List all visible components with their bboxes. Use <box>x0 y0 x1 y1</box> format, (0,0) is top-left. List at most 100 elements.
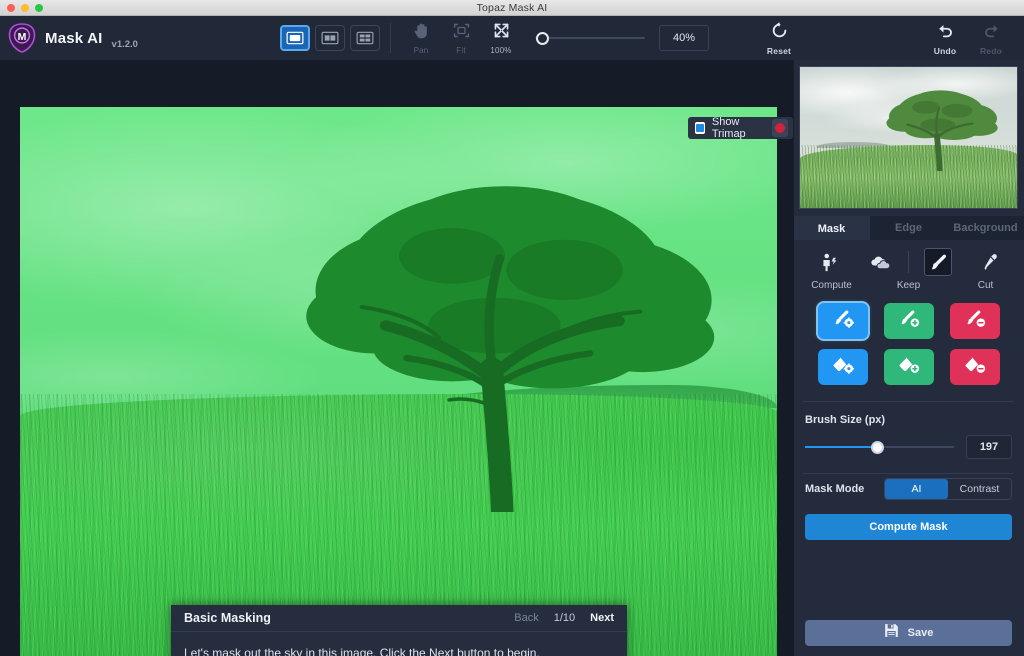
reset-button[interactable]: Reset <box>756 18 802 58</box>
zoom-value[interactable]: 40% <box>659 25 709 51</box>
expand-arrows-icon <box>492 21 511 45</box>
trimap-color-swatch-button[interactable] <box>772 119 788 137</box>
brush-size-fill <box>805 446 874 448</box>
app-name: Mask AI <box>45 30 103 47</box>
topaz-mask-ai-logo-icon: M <box>8 23 36 53</box>
mask-mode-segmented-control: AI Contrast <box>884 478 1012 500</box>
subject-select-icon <box>815 248 843 276</box>
masked-image-canvas[interactable] <box>20 107 777 656</box>
minimize-window-button[interactable] <box>21 4 29 12</box>
svg-text:M: M <box>18 31 27 43</box>
undo-button[interactable]: Undo <box>922 18 968 58</box>
fill-minus-icon <box>961 354 989 381</box>
tutorial-title: Basic Masking <box>184 611 271 625</box>
zoom-slider[interactable] <box>535 28 645 48</box>
show-trimap-bar: Show Trimap <box>688 117 793 139</box>
toolbar-right: Reset Undo Redo <box>756 16 1024 60</box>
redo-label: Redo <box>980 46 1002 56</box>
top-toolbar: M Mask AI v1.2.0 <box>0 16 1024 60</box>
eyedropper-icon <box>975 248 1003 276</box>
tab-mask[interactable]: Mask <box>793 216 870 240</box>
single-pane-view-button[interactable] <box>280 25 310 51</box>
preview-tree <box>882 84 999 171</box>
brush-compute-button[interactable] <box>818 303 868 339</box>
brush-size-slider[interactable] <box>805 439 954 455</box>
fit-tool-button[interactable]: Fit <box>441 19 481 57</box>
fill-cut-button[interactable] <box>950 349 1000 385</box>
tool-label-keep: Keep <box>870 280 947 291</box>
mask-mode-ai-option[interactable]: AI <box>885 479 948 499</box>
split-pane-view-button[interactable] <box>315 25 345 51</box>
brush-size-label: Brush Size (px) <box>805 414 1012 426</box>
tutorial-page-counter: 1/10 <box>554 612 575 624</box>
clouds-tool[interactable] <box>854 248 905 276</box>
zoom-100-button[interactable]: 100% <box>481 19 521 57</box>
brush-plus-icon <box>895 308 923 335</box>
brush-icon <box>924 248 952 276</box>
show-trimap-label: Show Trimap <box>712 116 765 140</box>
mask-tool-label-row: Compute Keep Cut <box>793 278 1024 291</box>
tutorial-back-button[interactable]: Back <box>514 612 538 624</box>
close-window-button[interactable] <box>7 4 15 12</box>
tool-row-divider <box>908 251 909 273</box>
canvas-stage[interactable]: Show Trimap Basic Masking Back 1/10 Next… <box>0 60 793 656</box>
fill-plus-icon <box>895 354 923 381</box>
tutorial-body-text: Let's mask out the sky in this image. Cl… <box>171 632 627 656</box>
mask-mode-row: Mask Mode AI Contrast <box>793 478 1024 500</box>
window-titlebar: Topaz Mask AI <box>0 0 1024 16</box>
brush-cut-button[interactable] <box>950 303 1000 339</box>
fill-compute-button[interactable] <box>818 349 868 385</box>
panel-tabs: Mask Edge Background <box>793 216 1024 240</box>
maximize-window-button[interactable] <box>35 4 43 12</box>
toolbar-center: Pan Fit <box>280 16 709 60</box>
tool-label-compute: Compute <box>793 280 870 291</box>
right-panel: Mask Edge Background <box>793 60 1024 656</box>
four-pane-icon <box>356 31 374 45</box>
tutorial-popup: Basic Masking Back 1/10 Next Let's mask … <box>171 605 627 656</box>
tab-edge[interactable]: Edge <box>870 216 947 240</box>
preview-container <box>793 60 1024 209</box>
zoom-100-label: 100% <box>490 46 511 55</box>
brush-size-value[interactable]: 197 <box>966 435 1012 459</box>
brush-size-row: 197 <box>805 435 1012 459</box>
quad-pane-view-button[interactable] <box>350 25 380 51</box>
reset-circular-arrow-icon <box>770 21 789 45</box>
tutorial-next-button[interactable]: Next <box>590 612 614 624</box>
eyedropper-tool[interactable] <box>963 248 1014 276</box>
floppy-disk-icon <box>884 623 899 643</box>
show-trimap-checkbox[interactable] <box>695 122 705 134</box>
zoom-slider-track <box>535 37 645 39</box>
brush-size-handle[interactable] <box>871 441 884 454</box>
panel-divider <box>793 60 794 656</box>
brush-tool[interactable] <box>912 248 963 276</box>
save-area: Save <box>793 620 1024 656</box>
subject-select-tool[interactable] <box>803 248 854 276</box>
fill-gear-icon <box>829 354 857 381</box>
compute-mask-button[interactable]: Compute Mask <box>805 514 1012 540</box>
brand: M Mask AI v1.2.0 <box>0 23 280 53</box>
pan-tool-button[interactable]: Pan <box>401 19 441 57</box>
fill-keep-button[interactable] <box>884 349 934 385</box>
undo-arrow-icon <box>936 21 955 45</box>
app-version: v1.2.0 <box>112 39 138 53</box>
zoom-slider-handle[interactable] <box>536 32 549 45</box>
app-window: Topaz Mask AI M Mask AI v1.2.0 <box>0 0 1024 656</box>
save-button[interactable]: Save <box>805 620 1012 646</box>
two-pane-icon <box>321 31 339 45</box>
redo-button[interactable]: Redo <box>968 18 1014 58</box>
single-pane-icon <box>286 31 304 45</box>
save-button-label: Save <box>908 627 934 639</box>
fit-frame-icon <box>452 21 471 45</box>
mask-mode-label: Mask Mode <box>805 483 864 495</box>
fit-tool-label: Fit <box>456 46 466 55</box>
brush-keep-button[interactable] <box>884 303 934 339</box>
window-controls[interactable] <box>7 4 43 12</box>
hand-icon <box>412 21 431 45</box>
image-preview-thumbnail[interactable] <box>799 66 1018 209</box>
toolbar-divider <box>390 23 391 53</box>
tab-background[interactable]: Background <box>947 216 1024 240</box>
mask-mode-contrast-option[interactable]: Contrast <box>948 479 1011 499</box>
pan-tool-label: Pan <box>414 46 429 55</box>
zoom-control: 40% <box>535 25 709 51</box>
tree-subject <box>293 163 717 511</box>
